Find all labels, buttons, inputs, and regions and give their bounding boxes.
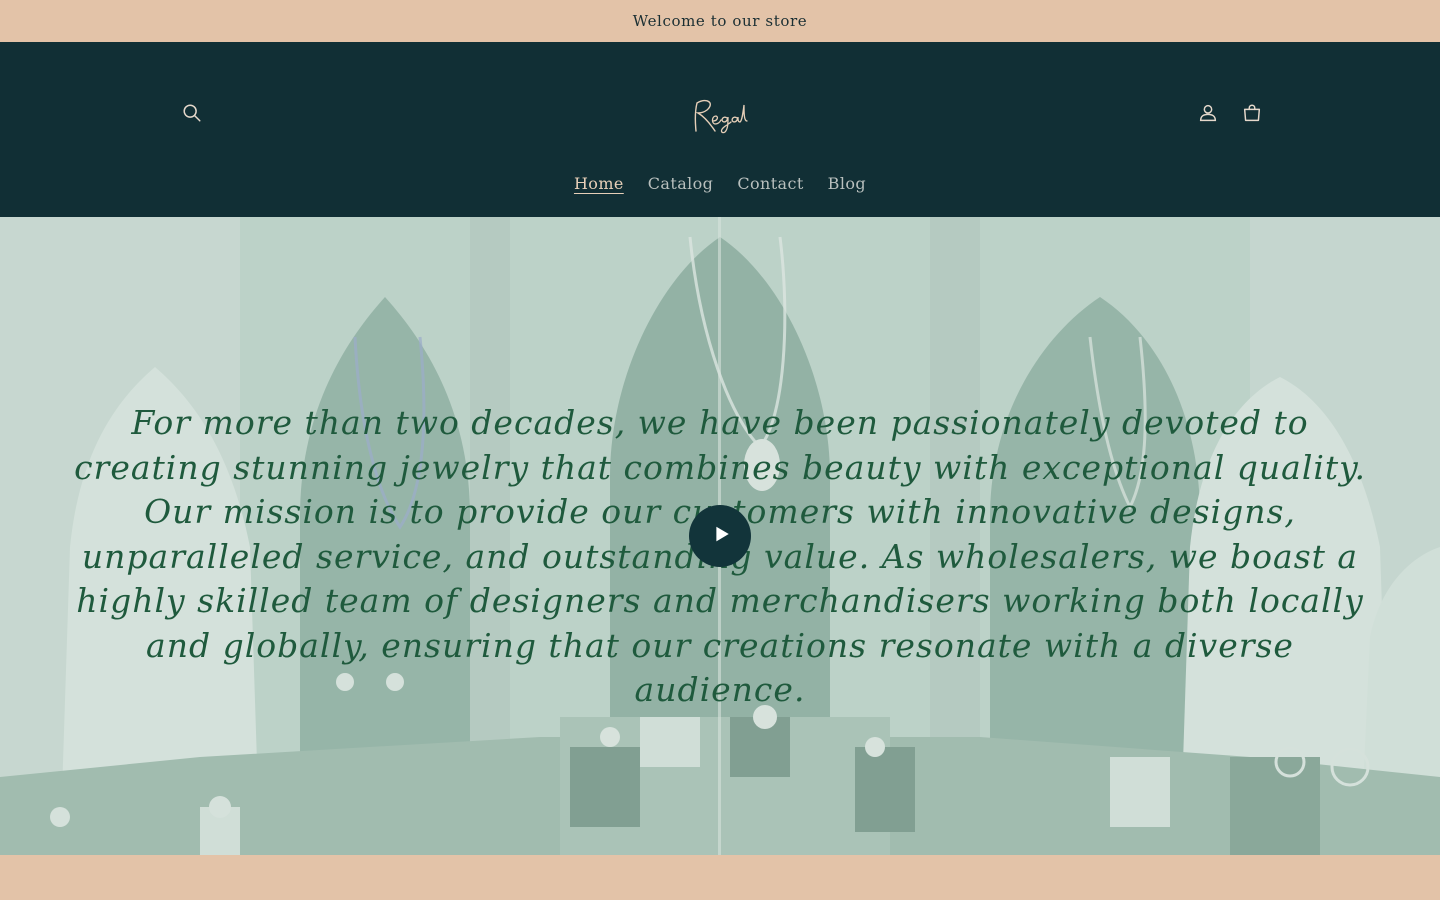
account-icon — [1197, 102, 1219, 128]
nav-home[interactable]: Home — [562, 170, 636, 197]
site-header: Home Catalog Contact Blog — [0, 42, 1440, 217]
announcement-bar: Welcome to our store — [0, 0, 1440, 42]
play-icon — [710, 525, 731, 547]
announcement-text: Welcome to our store — [632, 12, 808, 30]
logo-wordmark — [694, 99, 748, 134]
search-icon — [181, 102, 203, 128]
cart-icon — [1241, 102, 1263, 128]
nav-blog[interactable]: Blog — [816, 170, 878, 197]
main-navigation: Home Catalog Contact Blog — [0, 170, 1440, 197]
nav-catalog[interactable]: Catalog — [636, 170, 726, 197]
cart-button[interactable] — [1230, 93, 1274, 137]
logo[interactable] — [670, 86, 770, 142]
search-button[interactable] — [170, 93, 214, 137]
account-button[interactable] — [1186, 93, 1230, 137]
play-video-button[interactable] — [689, 505, 751, 567]
page-section-below — [0, 855, 1440, 900]
hero-video-section: For more than two decades, we have been … — [0, 217, 1440, 855]
nav-contact[interactable]: Contact — [725, 170, 815, 197]
